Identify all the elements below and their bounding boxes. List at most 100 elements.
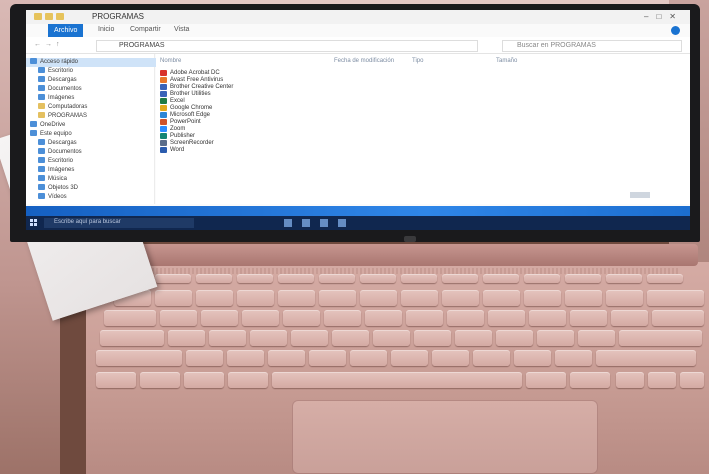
keyboard-key[interactable]: [578, 330, 615, 346]
store-icon[interactable]: [338, 219, 346, 227]
keyboard-key[interactable]: [360, 274, 396, 283]
column-header-size[interactable]: Tamaño: [496, 58, 517, 64]
keyboard-key[interactable]: [537, 330, 574, 346]
keyboard-key[interactable]: [360, 290, 397, 306]
file-row[interactable]: Word: [156, 147, 690, 154]
keyboard-key[interactable]: [606, 290, 643, 306]
keyboard-key[interactable]: [140, 372, 180, 388]
keyboard-key[interactable]: [319, 274, 355, 283]
window-controls[interactable]: –□✕: [644, 12, 684, 21]
keyboard-key[interactable]: [647, 274, 683, 283]
keyboard-key[interactable]: [196, 274, 232, 283]
keyboard-key[interactable]: [168, 330, 205, 346]
keyboard-key[interactable]: [401, 290, 438, 306]
file-row[interactable]: Google Chrome: [156, 105, 690, 112]
column-header-name[interactable]: Nombre: [160, 58, 181, 64]
keyboard-key[interactable]: [350, 350, 387, 366]
keyboard-key[interactable]: [186, 350, 223, 366]
keyboard-key[interactable]: [209, 330, 246, 346]
keyboard-key[interactable]: [237, 290, 274, 306]
keyboard-key[interactable]: [496, 330, 533, 346]
keyboard-key[interactable]: [442, 274, 478, 283]
keyboard-key[interactable]: [455, 330, 492, 346]
keyboard-key[interactable]: [570, 310, 607, 326]
keyboard-key[interactable]: [526, 372, 566, 388]
edge-icon[interactable]: [302, 219, 310, 227]
keyboard-key[interactable]: [309, 350, 346, 366]
keyboard-key[interactable]: [291, 330, 328, 346]
folder-icon[interactable]: [34, 13, 42, 20]
address-bar[interactable]: PROGRAMAS: [96, 40, 478, 52]
keyboard-key[interactable]: [237, 274, 273, 283]
keyboard-key[interactable]: [565, 290, 602, 306]
nav-item[interactable]: Música: [26, 175, 67, 184]
keyboard-key[interactable]: [524, 274, 560, 283]
file-row[interactable]: Avast Free Antivirus: [156, 77, 690, 84]
nav-item[interactable]: OneDrive: [26, 121, 65, 130]
keyboard-key[interactable]: [283, 310, 320, 326]
windows-start-icon[interactable]: [30, 219, 38, 227]
keyboard-key[interactable]: [611, 310, 648, 326]
folder-icon[interactable]: [45, 13, 53, 20]
trackpad[interactable]: [292, 400, 598, 474]
keyboard-key[interactable]: [652, 310, 704, 326]
file-row[interactable]: Excel: [156, 98, 690, 105]
folder-icon[interactable]: [320, 219, 328, 227]
keyboard-key[interactable]: [524, 290, 561, 306]
keyboard-key[interactable]: [272, 372, 522, 388]
nav-item[interactable]: Descargas: [26, 76, 77, 85]
keyboard-key[interactable]: [555, 350, 592, 366]
tab-vista[interactable]: Vista: [174, 26, 189, 33]
tab-archivo[interactable]: Archivo: [48, 24, 84, 37]
keyboard-key[interactable]: [373, 330, 410, 346]
keyboard-key[interactable]: [196, 290, 233, 306]
keyboard-key[interactable]: [514, 350, 551, 366]
keyboard-key[interactable]: [96, 372, 136, 388]
keyboard-key[interactable]: [596, 350, 696, 366]
keyboard-key[interactable]: [319, 290, 356, 306]
tab-compartir[interactable]: Compartir: [130, 26, 161, 33]
keyboard-key[interactable]: [391, 350, 428, 366]
keyboard-key[interactable]: [365, 310, 402, 326]
keyboard-key[interactable]: [488, 310, 525, 326]
file-row[interactable]: Publisher: [156, 133, 690, 140]
keyboard-key[interactable]: [268, 350, 305, 366]
keyboard-key[interactable]: [228, 372, 268, 388]
keyboard-key[interactable]: [324, 310, 361, 326]
keyboard-key[interactable]: [647, 290, 704, 306]
nav-item[interactable]: Acceso rápido: [26, 58, 157, 67]
keyboard-key[interactable]: [100, 330, 164, 346]
nav-item[interactable]: Documentos: [26, 148, 82, 157]
laptop-keyboard[interactable]: [96, 268, 706, 410]
nav-item[interactable]: Escritorio: [26, 157, 73, 166]
search-box[interactable]: Buscar en PROGRAMAS: [502, 40, 682, 52]
tab-inicio[interactable]: Inicio: [98, 26, 114, 33]
file-row[interactable]: Microsoft Edge: [156, 112, 690, 119]
keyboard-key[interactable]: [278, 274, 314, 283]
keyboard-key[interactable]: [201, 310, 238, 326]
keyboard-key[interactable]: [401, 274, 437, 283]
keyboard-key[interactable]: [406, 310, 443, 326]
keyboard-key[interactable]: [242, 310, 279, 326]
keyboard-key[interactable]: [155, 290, 192, 306]
keyboard-key[interactable]: [648, 372, 676, 388]
nav-item[interactable]: Escritorio: [26, 67, 73, 76]
nav-item[interactable]: Computadoras: [26, 103, 87, 112]
keyboard-key[interactable]: [227, 350, 264, 366]
column-header-type[interactable]: Tipo: [412, 58, 423, 64]
nav-item[interactable]: Imágenes: [26, 166, 74, 175]
keyboard-key[interactable]: [619, 330, 702, 346]
scrollbar[interactable]: [630, 192, 650, 198]
keyboard-key[interactable]: [680, 372, 704, 388]
keyboard-key[interactable]: [447, 310, 484, 326]
taskbar-search[interactable]: Escribe aquí para buscar: [44, 218, 194, 228]
file-row[interactable]: Brother Utilities: [156, 91, 690, 98]
nav-item[interactable]: PROGRAMAS: [26, 112, 87, 121]
keyboard-key[interactable]: [565, 274, 601, 283]
nav-item[interactable]: Documentos: [26, 85, 82, 94]
keyboard-key[interactable]: [473, 350, 510, 366]
keyboard-key[interactable]: [616, 372, 644, 388]
folder-icon[interactable]: [56, 13, 64, 20]
keyboard-key[interactable]: [570, 372, 610, 388]
keyboard-key[interactable]: [250, 330, 287, 346]
